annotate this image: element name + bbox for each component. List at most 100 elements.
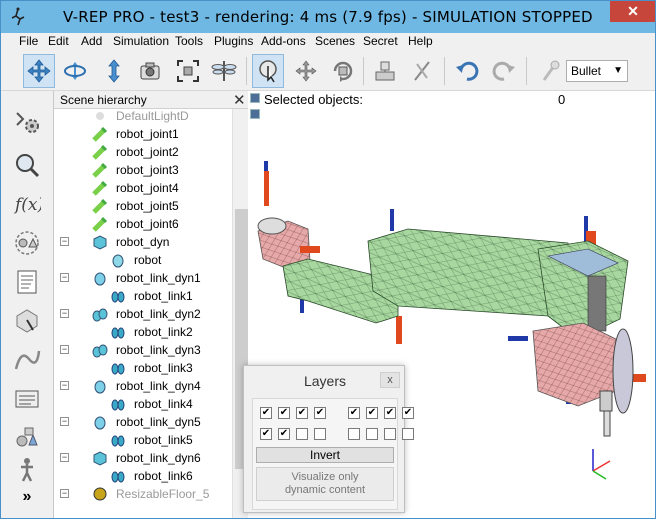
layer-checkbox[interactable]: ✔ [278, 407, 290, 419]
tree-expander[interactable]: − [60, 345, 69, 354]
hierarchy-item[interactable]: robot_link3 [54, 359, 232, 377]
layer-checkbox[interactable] [348, 428, 360, 440]
rotate-camera-icon[interactable] [59, 54, 91, 88]
scripts-icon[interactable] [11, 266, 43, 298]
visualize-dynamic-button[interactable]: Visualize only dynamic content [256, 467, 394, 501]
hierarchy-item[interactable]: robot_joint1 [54, 125, 232, 143]
hierarchy-item-label: robot_link1 [134, 289, 193, 303]
layer-checkbox[interactable] [314, 428, 326, 440]
user-settings-icon[interactable] [11, 383, 43, 415]
layer-checkbox[interactable]: ✔ [402, 407, 414, 419]
window-close-button[interactable]: ✕ [610, 1, 655, 22]
hierarchy-item[interactable]: − robot_link_dyn2 [54, 305, 232, 323]
menu-scenes[interactable]: Scenes [315, 34, 355, 48]
tree-expander[interactable]: − [60, 453, 69, 462]
menu-simulation[interactable]: Simulation [113, 34, 169, 48]
hierarchy-item[interactable]: robot_link1 [54, 287, 232, 305]
hierarchy-item[interactable]: − robot_link_dyn5 [54, 413, 232, 431]
menu-edit[interactable]: Edit [48, 34, 69, 48]
menu-secret[interactable]: Secret [363, 34, 398, 48]
menu-bar: File Edit Add Simulation Tools Plugins A… [1, 33, 655, 51]
hierarchy-item[interactable]: − robot_dyn [54, 233, 232, 251]
menu-addons[interactable]: Add-ons [261, 34, 306, 48]
layer-checkbox[interactable]: ✔ [348, 407, 360, 419]
camera-icon[interactable] [134, 54, 166, 88]
layer-checkbox[interactable] [296, 428, 308, 440]
redo-icon[interactable] [488, 54, 520, 88]
hierarchy-item[interactable]: robot_link4 [54, 395, 232, 413]
object-select-icon[interactable] [252, 54, 284, 88]
layer-checkbox[interactable] [402, 428, 414, 440]
object-shift-icon[interactable] [290, 54, 322, 88]
scene-hierarchy-close-icon[interactable]: ✕ [233, 91, 246, 109]
hierarchy-item[interactable]: robot_link5 [54, 431, 232, 449]
layer-checkbox[interactable]: ✔ [260, 428, 272, 440]
tree-expander[interactable]: − [60, 273, 69, 282]
hierarchy-item[interactable]: − ResizableFloor_5 [54, 485, 232, 503]
hierarchy-item[interactable]: − robot_link_dyn1 [54, 269, 232, 287]
hierarchy-item[interactable]: − robot_link_dyn6 [54, 449, 232, 467]
hierarchy-item-label: robot_link4 [134, 397, 193, 411]
tree-expander[interactable]: − [60, 309, 69, 318]
hierarchy-item[interactable]: − robot_link_dyn4 [54, 377, 232, 395]
transfer-dna-icon[interactable] [406, 54, 438, 88]
menu-help[interactable]: Help [408, 34, 433, 48]
tree-expander[interactable]: − [60, 489, 69, 498]
undo-icon[interactable] [451, 54, 483, 88]
layer-checkbox[interactable]: ✔ [296, 407, 308, 419]
layer-checkbox[interactable] [366, 428, 378, 440]
hierarchy-item[interactable]: − robot_link_dyn3 [54, 341, 232, 359]
menu-plugins[interactable]: Plugins [214, 34, 253, 48]
layer-checkbox[interactable]: ✔ [366, 407, 378, 419]
fit-view-icon[interactable] [172, 54, 204, 88]
tree-expander[interactable]: − [60, 381, 69, 390]
selection-icon[interactable] [11, 149, 43, 181]
menu-file[interactable]: File [19, 34, 38, 48]
hierarchy-item-label: robot_link_dyn2 [116, 307, 201, 321]
menu-tools[interactable]: Tools [175, 34, 203, 48]
hierarchy-item[interactable]: robot_link6 [54, 467, 232, 485]
title-bar[interactable]: V-REP PRO - test3 - rendering: 4 ms (7.9… [1, 1, 655, 33]
layer-checkbox[interactable]: ✔ [278, 428, 290, 440]
more-tools-icon[interactable]: » [11, 487, 43, 507]
simulation-settings-icon[interactable] [533, 54, 565, 88]
calculation-modules-icon[interactable]: f(x) [11, 187, 43, 219]
menu-add[interactable]: Add [81, 34, 102, 48]
tree-expander[interactable]: − [60, 417, 69, 426]
hierarchy-item[interactable]: robot_joint4 [54, 179, 232, 197]
scene-hierarchy-title: Scene hierarchy [60, 93, 147, 107]
hierarchy-item[interactable]: DefaultLightD [54, 109, 232, 125]
shape-sphere-icon [92, 270, 108, 286]
layers-close-button[interactable]: x [380, 372, 400, 388]
model-browser-icon[interactable] [11, 421, 43, 453]
invert-button[interactable]: Invert [256, 447, 394, 463]
layer-checkbox[interactable]: ✔ [384, 407, 396, 419]
hierarchy-item-label: robot_joint1 [116, 127, 179, 141]
hierarchy-item-label: robot_link5 [134, 433, 193, 447]
path-edit-icon[interactable] [11, 343, 43, 375]
hierarchy-item[interactable]: robot_joint2 [54, 143, 232, 161]
dragonfly-icon[interactable] [208, 54, 240, 88]
move-camera-icon[interactable] [23, 54, 55, 88]
layer-checkbox[interactable]: ✔ [260, 407, 272, 419]
collections-icon[interactable] [11, 227, 43, 259]
tree-expander[interactable]: − [60, 237, 69, 246]
joint-icon [92, 162, 108, 178]
shift-camera-icon[interactable] [98, 54, 130, 88]
layer-checkbox[interactable] [384, 428, 396, 440]
hierarchy-item[interactable]: robot_joint6 [54, 215, 232, 233]
hierarchy-item[interactable]: robot_link2 [54, 323, 232, 341]
physics-engine-select[interactable]: Bullet ▼ [566, 60, 628, 82]
joint-icon [92, 180, 108, 196]
object-rotate-icon[interactable] [327, 54, 359, 88]
assemble-icon[interactable] [369, 54, 401, 88]
layer-checkbox[interactable]: ✔ [314, 407, 326, 419]
simulation-settings-icon[interactable] [11, 107, 43, 139]
hierarchy-item-label: robot_joint5 [116, 199, 179, 213]
main-toolbar: Bullet ▼ [1, 51, 655, 91]
scene-hierarchy-icon[interactable] [11, 453, 43, 485]
shapes-edit-icon[interactable] [11, 304, 43, 336]
hierarchy-item[interactable]: robot [54, 251, 232, 269]
hierarchy-item[interactable]: robot_joint3 [54, 161, 232, 179]
hierarchy-item[interactable]: robot_joint5 [54, 197, 232, 215]
